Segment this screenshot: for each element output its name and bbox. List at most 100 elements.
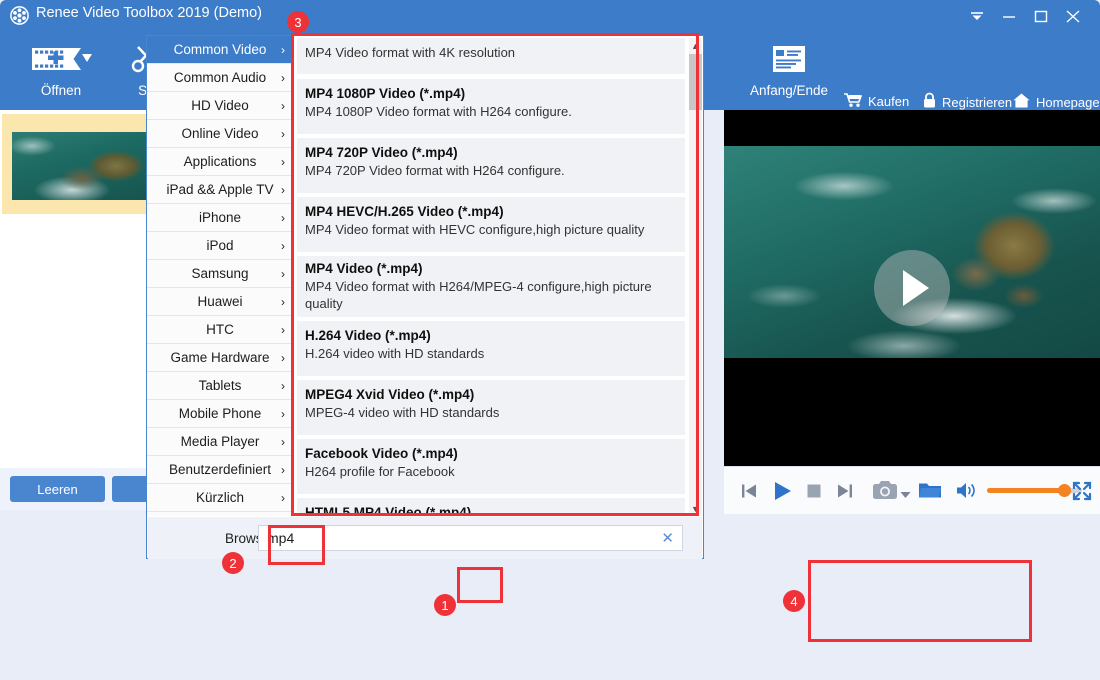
register-link-label: Registrieren <box>942 94 1013 110</box>
format-item[interactable]: Facebook Video (*.mp4) H264 profile for … <box>297 439 685 494</box>
toolbar-item-open[interactable]: Öffnen <box>14 42 108 98</box>
homepage-link-label: Homepage <box>1036 94 1100 110</box>
menu-category-recent[interactable]: Kürzlich › <box>147 484 293 512</box>
menu-category-online-video[interactable]: Online Video › <box>147 120 293 148</box>
menu-category-label: Tablets <box>198 378 242 393</box>
menu-category-label: iPad && Apple TV <box>166 182 274 197</box>
volume-slider-thumb[interactable] <box>1058 484 1071 497</box>
format-item[interactable]: MP4 720P Video (*.mp4) MP4 720P Video fo… <box>297 138 685 193</box>
chevron-right-icon: › <box>281 490 285 505</box>
chevron-right-icon: › <box>281 154 285 169</box>
skip-next-icon[interactable] <box>836 482 854 505</box>
player-controls <box>724 466 1100 515</box>
toolbar-item-start-end-label: Anfang/Ende <box>749 83 829 98</box>
format-item-title: Facebook Video (*.mp4) <box>305 446 458 461</box>
menu-category-iphone[interactable]: iPhone › <box>147 204 293 232</box>
close-button[interactable] <box>1060 8 1086 24</box>
menu-category-label: Common Video <box>173 42 267 57</box>
minimize-button[interactable] <box>996 8 1022 24</box>
chevron-right-icon: › <box>281 294 285 309</box>
menu-category-label: Kürzlich <box>195 490 244 505</box>
menu-category-media-player[interactable]: Media Player › <box>147 428 293 456</box>
menu-category-mobile-phone[interactable]: Mobile Phone › <box>147 400 293 428</box>
format-category-list: Common Video › Common Audio › HD Video ›… <box>147 36 294 516</box>
format-item-title: MP4 720P Video (*.mp4) <box>305 145 458 160</box>
speaker-icon[interactable] <box>956 481 978 505</box>
menu-category-applications[interactable]: Applications › <box>147 148 293 176</box>
annotation-badge-2: 2 <box>222 552 244 574</box>
format-dropdown-menu: Common Video › Common Audio › HD Video ›… <box>146 35 704 559</box>
minimize-to-tray-button[interactable] <box>964 8 990 24</box>
format-item[interactable]: MP4 HEVC/H.265 Video (*.mp4) MP4 Video f… <box>297 197 685 252</box>
film-reel-icon <box>10 6 29 25</box>
menu-category-game-hardware[interactable]: Game Hardware › <box>147 344 293 372</box>
caret-down-icon[interactable] <box>900 486 911 504</box>
maximize-button[interactable] <box>1028 8 1054 24</box>
camera-icon[interactable] <box>872 479 898 506</box>
menu-category-label: Mobile Phone <box>178 406 262 421</box>
video-preview[interactable] <box>724 110 1100 466</box>
folder-icon[interactable] <box>918 480 942 505</box>
play-icon[interactable] <box>772 480 794 507</box>
menu-category-custom[interactable]: Benutzerdefiniert › <box>147 456 293 484</box>
buy-link[interactable]: Kaufen <box>843 92 909 111</box>
chevron-right-icon: › <box>281 210 285 225</box>
menu-category-label: Samsung <box>191 266 249 281</box>
format-item[interactable]: HTML5 MP4 Video (*.mp4) H.264 video prof… <box>297 498 685 516</box>
format-list-scrollbar[interactable]: ▲ ▼ <box>689 38 702 516</box>
menu-category-tablets[interactable]: Tablets › <box>147 372 293 400</box>
menu-category-samsung[interactable]: Samsung › <box>147 260 293 288</box>
menu-category-label: Benutzerdefiniert <box>168 462 272 477</box>
scrollbar-thumb[interactable] <box>689 54 702 110</box>
file-list-item[interactable] <box>2 114 146 214</box>
homepage-link[interactable]: Homepage <box>1012 92 1100 112</box>
clear-list-button[interactable]: Leeren <box>10 476 105 502</box>
volume-slider-fill <box>987 488 1065 493</box>
format-item-desc: MPEG-4 video with HD standards <box>305 405 500 420</box>
menu-category-htc[interactable]: HTC › <box>147 316 293 344</box>
format-item-desc: MP4 Video format with 4K resolution <box>305 45 516 60</box>
chevron-right-icon: › <box>281 378 285 393</box>
format-item-desc: MP4 1080P Video format with H264 configu… <box>305 104 572 119</box>
file-list-buttons: Leeren Lö <box>0 468 207 510</box>
chevron-right-icon: › <box>281 70 285 85</box>
scroll-up-icon[interactable]: ▲ <box>689 38 702 53</box>
format-item[interactable]: MPEG4 Xvid Video (*.mp4) MPEG-4 video wi… <box>297 380 685 435</box>
menu-category-hd-video[interactable]: HD Video › <box>147 92 293 120</box>
menu-category-label: Huawei <box>197 294 243 309</box>
menu-category-ipod[interactable]: iPod › <box>147 232 293 260</box>
chevron-right-icon: › <box>281 42 285 57</box>
browse-input-value: mp4 <box>267 530 295 546</box>
menu-category-common-audio[interactable]: Common Audio › <box>147 64 293 92</box>
scroll-down-icon[interactable]: ▼ <box>689 501 702 516</box>
annotation-badge-3: 3 <box>287 11 309 33</box>
chevron-right-icon: › <box>281 434 285 449</box>
clear-icon[interactable]: ✕ <box>661 529 674 547</box>
format-item[interactable]: MP4 Video (*.mp4) MP4 Video format with … <box>297 256 685 317</box>
format-item[interactable]: H.264 Video (*.mp4) H.264 video with HD … <box>297 321 685 376</box>
skip-previous-icon[interactable] <box>740 482 758 505</box>
lock-icon <box>922 92 937 112</box>
stop-icon[interactable] <box>806 483 822 504</box>
chevron-right-icon: › <box>281 462 285 477</box>
format-item[interactable]: MP4 Video format with 4K resolution <box>297 38 685 74</box>
toolbar-item-start-end[interactable]: Anfang/Ende <box>742 42 836 98</box>
home-icon <box>1012 92 1031 112</box>
chevron-right-icon: › <box>281 350 285 365</box>
format-item-title: MP4 Video (*.mp4) <box>305 261 423 276</box>
browse-input[interactable]: mp4 ✕ <box>258 525 683 551</box>
annotation-badge-4: 4 <box>783 590 805 612</box>
buy-link-label: Kaufen <box>868 94 910 109</box>
menu-category-common-video[interactable]: Common Video › <box>147 36 293 64</box>
menu-category-huawei[interactable]: Huawei › <box>147 288 293 316</box>
menu-category-ipad-apple-tv[interactable]: iPad && Apple TV › <box>147 176 293 204</box>
chevron-right-icon: › <box>281 126 285 141</box>
chevron-right-icon: › <box>281 238 285 253</box>
title-bar: Renee Video Toolbox 2019 (Demo) <box>0 0 1100 30</box>
format-item[interactable]: MP4 1080P Video (*.mp4) MP4 1080P Video … <box>297 79 685 134</box>
play-overlay-icon[interactable] <box>874 250 950 326</box>
menu-category-label: Common Audio <box>173 70 267 85</box>
volume-slider[interactable] <box>987 484 1082 497</box>
register-link[interactable]: Registrieren <box>922 92 1012 112</box>
fullscreen-icon[interactable] <box>1072 481 1092 506</box>
